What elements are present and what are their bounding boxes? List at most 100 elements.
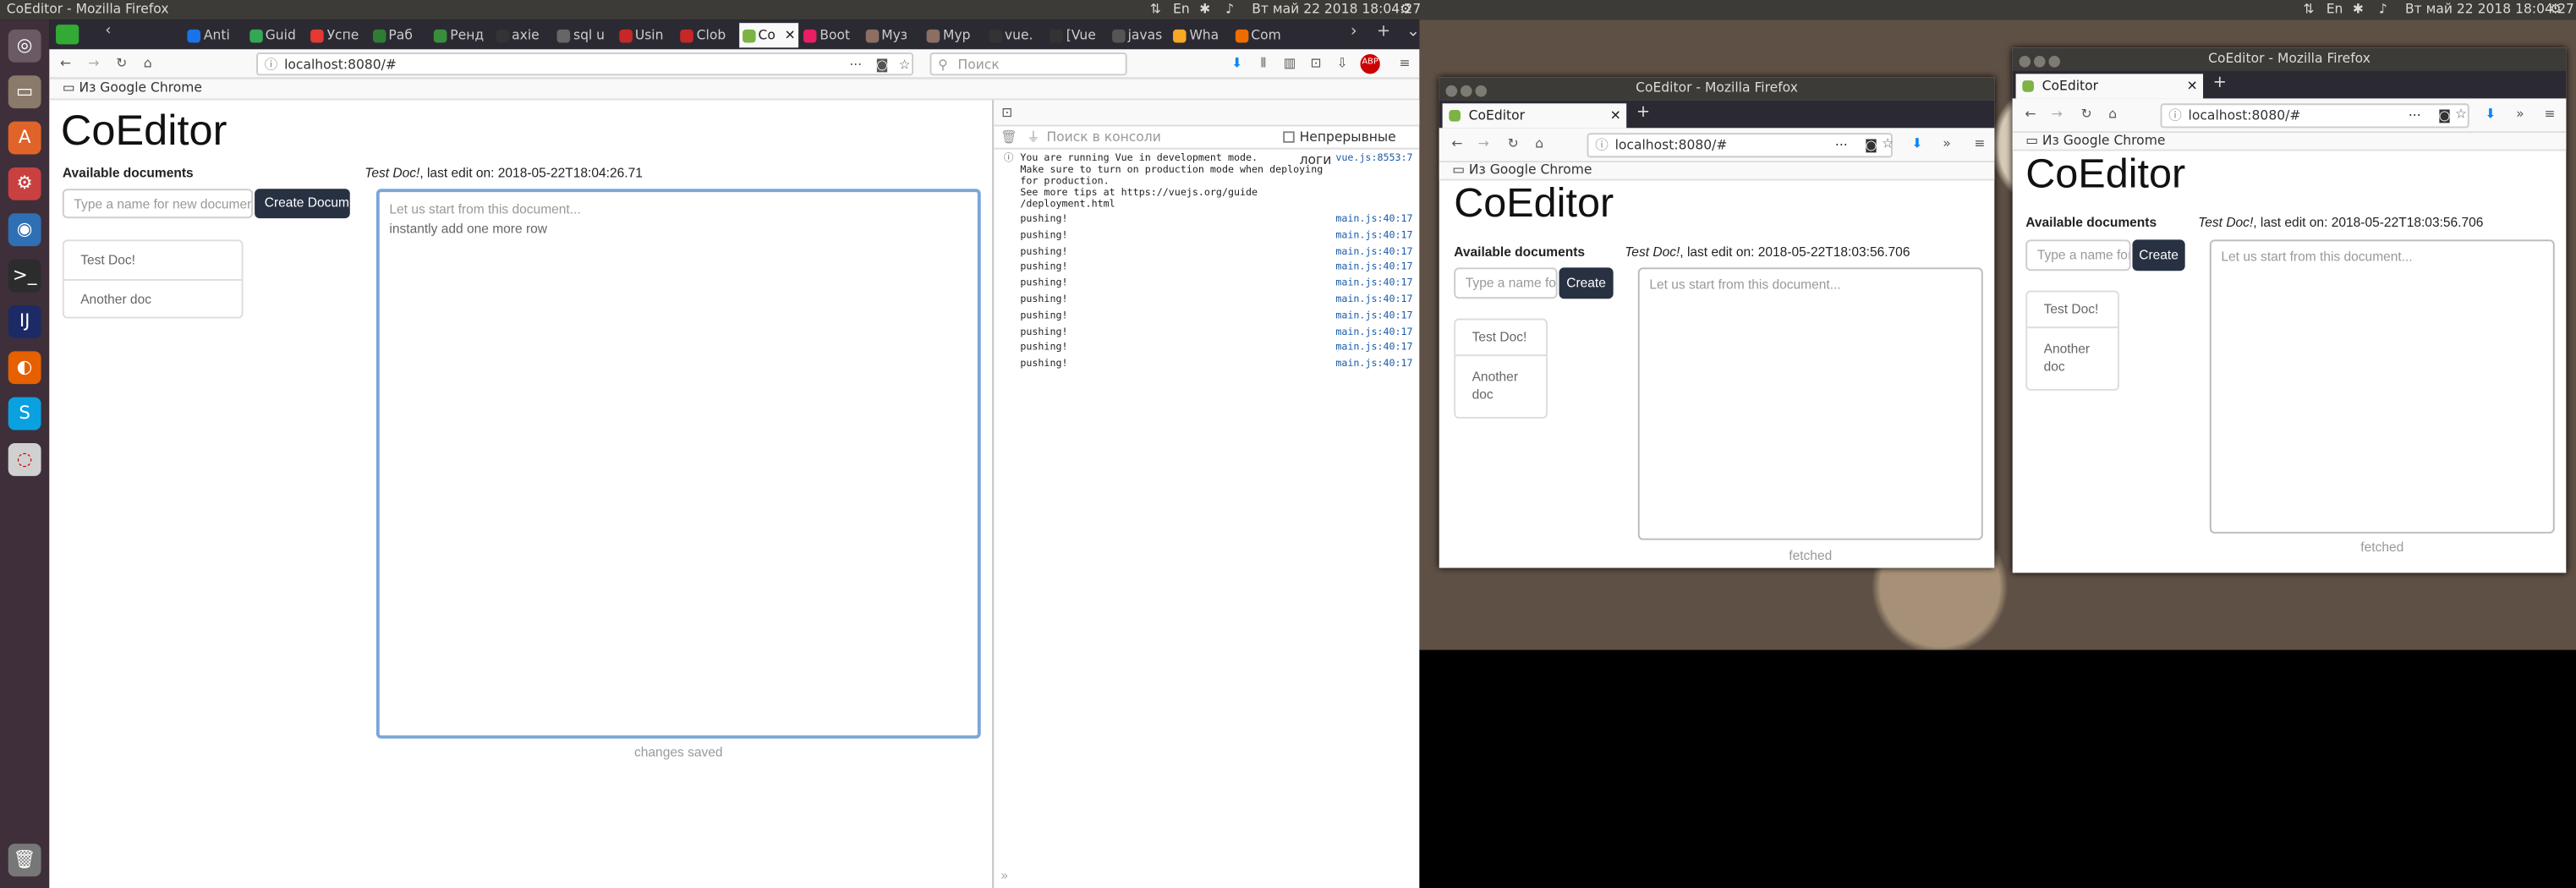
bookmark-item[interactable]: Из Google Chrome xyxy=(2042,133,2166,147)
extension-icon[interactable]: ⇩ xyxy=(1334,56,1350,72)
new-tab-icon[interactable]: + xyxy=(2213,74,2227,91)
forward-icon[interactable]: → xyxy=(2048,107,2064,123)
console-prompt-icon[interactable]: » xyxy=(1000,869,1009,883)
info-icon[interactable]: ⓘ xyxy=(265,54,278,75)
console-source-link[interactable]: vue.js:8553:7 xyxy=(1335,152,1412,164)
browser-tab[interactable]: Boot xyxy=(800,23,859,47)
browser-tab[interactable]: Ренд xyxy=(430,23,490,47)
inspector-pick-icon[interactable]: ⊡ xyxy=(999,105,1015,121)
network-icon-right[interactable]: ⇅ xyxy=(2304,0,2315,19)
document-editor[interactable]: Let us start from this document... xyxy=(2209,239,2555,534)
bookmark-item[interactable]: Из Google Chrome xyxy=(79,80,202,95)
trash-console-icon[interactable]: 🗑 xyxy=(1000,126,1017,149)
new-document-input[interactable]: Type a name for new document xyxy=(62,189,254,219)
bookmark-star-icon[interactable]: ☆ xyxy=(899,54,911,75)
library-icon[interactable]: ⫴ xyxy=(1255,56,1271,72)
menu-icon[interactable]: ≡ xyxy=(1971,136,1987,152)
document-item[interactable]: Another doc xyxy=(1455,356,1546,419)
url-bar[interactable]: ⓘ localhost:8080/# ··· ◙ xyxy=(1587,133,1893,158)
create-button[interactable]: Create xyxy=(1559,267,1614,299)
window-2-tab[interactable]: CoEditor ✕ xyxy=(1442,103,1627,129)
document-item[interactable]: Another doc xyxy=(2027,328,2118,391)
menu-icon[interactable]: ≡ xyxy=(2541,107,2557,123)
url-bar[interactable]: ⓘ localhost:8080/# ··· ◙ xyxy=(2160,103,2469,129)
browser-tab[interactable]: Clob xyxy=(677,23,736,47)
bluetooth-icon[interactable]: ✱ xyxy=(1199,0,1210,19)
back-icon[interactable]: ← xyxy=(58,56,74,72)
skype-icon[interactable]: S xyxy=(8,397,41,430)
console-source-link[interactable]: main.js:40:17 xyxy=(1335,227,1412,244)
page-actions-icon[interactable]: ··· xyxy=(2409,105,2421,126)
reload-icon[interactable]: ↻ xyxy=(1504,136,1521,152)
bookmark-star-icon[interactable]: ☆ xyxy=(1879,136,1895,152)
close-tab-icon[interactable]: ✕ xyxy=(2187,74,2198,98)
window-3-titlebar[interactable]: CoEditor - Mozilla Firefox xyxy=(2012,47,2567,71)
console-source-link[interactable]: main.js:40:17 xyxy=(1335,260,1412,276)
pocket-icon[interactable]: ◙ xyxy=(1865,134,1877,156)
browser-tab[interactable]: Co ✕ xyxy=(738,23,798,48)
bluetooth-icon-right[interactable]: ✱ xyxy=(2353,0,2364,19)
screenshot-icon[interactable]: ⊡ xyxy=(1307,56,1324,72)
window-2-titlebar[interactable]: CoEditor - Mozilla Firefox xyxy=(1439,77,1995,101)
browser-tab[interactable]: Успе xyxy=(307,23,366,47)
download-icon[interactable]: ⬇ xyxy=(2482,107,2498,123)
browser-tab[interactable]: axie xyxy=(492,23,551,47)
back-icon[interactable]: ← xyxy=(2022,107,2038,123)
tab-scroll-right-icon[interactable]: › xyxy=(1351,23,1357,41)
reload-icon[interactable]: ↻ xyxy=(113,56,129,72)
network-icon[interactable]: ⇅ xyxy=(1150,0,1161,19)
home-icon[interactable]: ⌂ xyxy=(140,56,156,72)
search-box[interactable]: ⚲ Поиск xyxy=(929,52,1127,76)
back-icon[interactable]: ← xyxy=(1449,136,1465,152)
document-item[interactable]: Test Doc! xyxy=(63,241,242,281)
volume-icon-right[interactable]: ♪ xyxy=(2379,0,2387,19)
terminal-icon[interactable]: >_ xyxy=(8,259,41,293)
intellij-icon[interactable]: IJ xyxy=(8,304,41,338)
keyboard-layout-right[interactable]: En xyxy=(2327,0,2343,19)
trash-icon[interactable]: 🗑 xyxy=(8,843,41,877)
settings-icon[interactable]: ⚙ xyxy=(8,167,41,200)
document-item[interactable]: Test Doc! xyxy=(1455,320,1546,357)
browser-tab[interactable]: Com xyxy=(1231,23,1291,47)
tab-groups-icon[interactable] xyxy=(56,25,79,45)
page-actions-icon[interactable]: ··· xyxy=(849,54,862,75)
settings-gear-icon[interactable]: ⚙ xyxy=(1400,0,1411,19)
pocket-icon[interactable]: ◙ xyxy=(875,54,888,75)
console-source-link[interactable]: main.js:40:17 xyxy=(1335,356,1412,372)
menu-icon[interactable]: ≡ xyxy=(1396,56,1412,72)
persist-logs-checkbox[interactable] xyxy=(1283,131,1295,143)
create-document-button[interactable]: Create Document xyxy=(255,189,350,219)
home-icon[interactable]: ⌂ xyxy=(1532,136,1548,152)
forward-icon[interactable]: → xyxy=(85,56,101,72)
reload-icon[interactable]: ↻ xyxy=(2078,107,2094,123)
sidebar-icon[interactable]: ▥ xyxy=(1281,56,1297,72)
tab-list-icon[interactable]: ⌄ xyxy=(1406,23,1420,41)
adblock-icon[interactable]: ABP xyxy=(1360,54,1380,74)
download-icon[interactable]: ⬇ xyxy=(1229,56,1245,72)
document-item[interactable]: Test Doc! xyxy=(2027,292,2118,329)
browser-tab[interactable]: Раб xyxy=(369,23,428,47)
browser-tab[interactable]: Муз xyxy=(862,23,921,47)
new-tab-icon[interactable]: + xyxy=(1377,23,1390,41)
console-source-link[interactable]: main.js:40:17 xyxy=(1335,276,1412,292)
url-bar[interactable]: ⓘ localhost:8080/# ··· ◙ ☆ xyxy=(256,52,914,76)
home-icon[interactable]: ⌂ xyxy=(2104,107,2120,123)
new-tab-icon[interactable]: + xyxy=(1636,103,1650,121)
settings-gear-icon-right[interactable]: ⚙ xyxy=(2550,0,2562,19)
clock[interactable]: Вт май 22 2018 18:04:27 xyxy=(1252,0,1421,19)
volume-icon[interactable]: ♪ xyxy=(1225,0,1234,19)
close-tab-icon[interactable]: ✕ xyxy=(785,23,796,47)
new-document-input[interactable]: Type a name for new document xyxy=(2025,239,2131,271)
document-editor[interactable]: Let us start from this document... insta… xyxy=(375,189,981,739)
browser-tab[interactable]: Anti xyxy=(184,23,244,47)
forward-icon[interactable]: → xyxy=(1475,136,1491,152)
pocket-icon[interactable]: ◙ xyxy=(2438,105,2451,126)
console-source-link[interactable]: main.js:40:17 xyxy=(1335,340,1412,356)
overflow-icon[interactable]: » xyxy=(1938,136,1954,152)
browser-tab[interactable]: Usin xyxy=(616,23,675,47)
document-editor[interactable]: Let us start from this document... xyxy=(1637,267,1983,540)
console-source-link[interactable]: main.js:40:17 xyxy=(1335,211,1412,227)
browser-tab[interactable]: Wha xyxy=(1170,23,1229,47)
bookmark-item[interactable]: Из Google Chrome xyxy=(1469,162,1592,177)
browser-tab[interactable]: Мур xyxy=(924,23,983,47)
